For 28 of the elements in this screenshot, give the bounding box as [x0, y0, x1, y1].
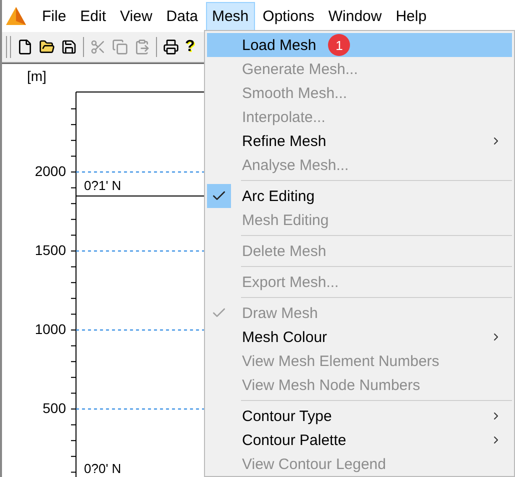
axis-label: 1000	[34, 321, 66, 337]
axis-label: 2000	[34, 163, 66, 179]
unit-label: [m]	[27, 68, 46, 84]
menu-item[interactable]: File	[36, 2, 72, 30]
menu-entry[interactable]: Refine Mesh	[207, 129, 512, 153]
latitude-label: 0?0' N	[84, 461, 122, 476]
axis-label: 500	[42, 400, 66, 416]
app-logo-icon	[4, 5, 28, 27]
menu-item[interactable]: Data	[160, 2, 204, 30]
menu-entry[interactable]: Contour Type	[207, 404, 512, 428]
menu-item[interactable]: Window	[322, 2, 388, 30]
menu-entry[interactable]: Arc Editing	[207, 184, 512, 208]
menu-item[interactable]: View	[114, 2, 158, 30]
latitude-label: 0?1' N	[84, 178, 122, 193]
menu-item[interactable]: Mesh	[206, 2, 255, 30]
menu-item[interactable]: Options	[256, 2, 320, 30]
print-icon[interactable]	[163, 39, 179, 55]
menu-item[interactable]: Edit	[74, 2, 112, 30]
menu-item[interactable]: Help	[390, 2, 433, 30]
menu-entry[interactable]: Mesh Colour	[207, 325, 512, 349]
menu-entry[interactable]: Load Mesh 1	[207, 33, 512, 57]
save-icon[interactable]	[61, 39, 77, 55]
axis-label: 1500	[34, 242, 66, 258]
help-icon[interactable]: ?	[185, 38, 195, 56]
menu-entry[interactable]: Contour Palette	[207, 428, 512, 452]
new-icon[interactable]	[17, 39, 33, 55]
step-badge: 1	[328, 34, 350, 56]
open-icon[interactable]	[39, 39, 55, 55]
